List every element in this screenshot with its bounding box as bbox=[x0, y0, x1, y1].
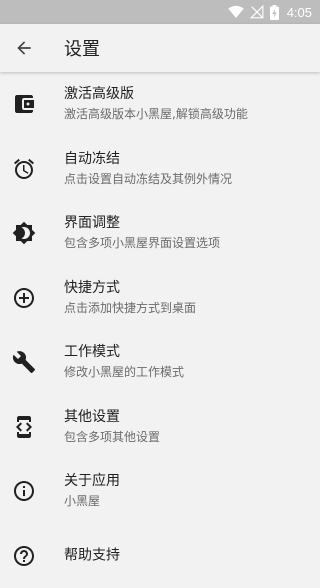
wifi-icon bbox=[228, 5, 244, 19]
alarm-icon bbox=[12, 157, 36, 181]
settings-item-other[interactable]: 其他设置 包含多项其他设置 bbox=[0, 395, 320, 460]
settings-item-auto-freeze[interactable]: 自动冻结 点击设置自动冻结及其例外情况 bbox=[0, 137, 320, 202]
item-subtitle: 包含多项其他设置 bbox=[64, 430, 160, 445]
item-title: 激活高级版 bbox=[64, 86, 248, 103]
settings-item-help[interactable]: 帮助支持 bbox=[0, 524, 320, 588]
settings-item-about[interactable]: 关于应用 小黑屋 bbox=[0, 459, 320, 524]
item-subtitle: 包含多项小黑屋界面设置选项 bbox=[64, 236, 220, 251]
item-subtitle: 小黑屋 bbox=[64, 494, 120, 509]
signal-off-icon bbox=[250, 5, 264, 19]
item-subtitle: 修改小黑屋的工作模式 bbox=[64, 365, 184, 380]
item-subtitle: 点击设置自动冻结及其例外情况 bbox=[64, 172, 232, 187]
item-title: 快捷方式 bbox=[64, 280, 196, 297]
add-circle-icon bbox=[12, 286, 36, 310]
arrow-back-icon bbox=[14, 38, 34, 58]
page-title: 设置 bbox=[64, 35, 100, 61]
info-icon bbox=[12, 479, 36, 503]
item-subtitle: 激活高级版本小黑屋,解锁高级功能 bbox=[64, 107, 248, 122]
settings-item-work-mode[interactable]: 工作模式 修改小黑屋的工作模式 bbox=[0, 330, 320, 395]
battery-charging-icon bbox=[270, 5, 279, 20]
settings-item-activate-premium[interactable]: 激活高级版 激活高级版本小黑屋,解锁高级功能 bbox=[0, 72, 320, 137]
status-bar: 4:05 bbox=[0, 0, 320, 24]
settings-list: 激活高级版 激活高级版本小黑屋,解锁高级功能 自动冻结 点击设置自动冻结及其例外… bbox=[0, 72, 320, 588]
help-icon bbox=[12, 544, 36, 568]
settings-item-shortcut[interactable]: 快捷方式 点击添加快捷方式到桌面 bbox=[0, 266, 320, 331]
developer-mode-icon bbox=[12, 415, 36, 439]
item-title: 帮助支持 bbox=[64, 547, 120, 564]
item-title: 工作模式 bbox=[64, 344, 184, 361]
item-title: 其他设置 bbox=[64, 409, 160, 426]
back-button[interactable] bbox=[0, 24, 48, 72]
app-bar: 设置 bbox=[0, 24, 320, 72]
item-title: 界面调整 bbox=[64, 215, 220, 232]
status-time: 4:05 bbox=[287, 5, 312, 20]
settings-item-interface[interactable]: 界面调整 包含多项小黑屋界面设置选项 bbox=[0, 201, 320, 266]
wrench-icon bbox=[12, 350, 36, 374]
brightness-icon bbox=[12, 221, 36, 245]
item-subtitle: 点击添加快捷方式到桌面 bbox=[64, 301, 196, 316]
wallet-icon bbox=[12, 92, 36, 116]
item-title: 关于应用 bbox=[64, 473, 120, 490]
item-title: 自动冻结 bbox=[64, 151, 232, 168]
